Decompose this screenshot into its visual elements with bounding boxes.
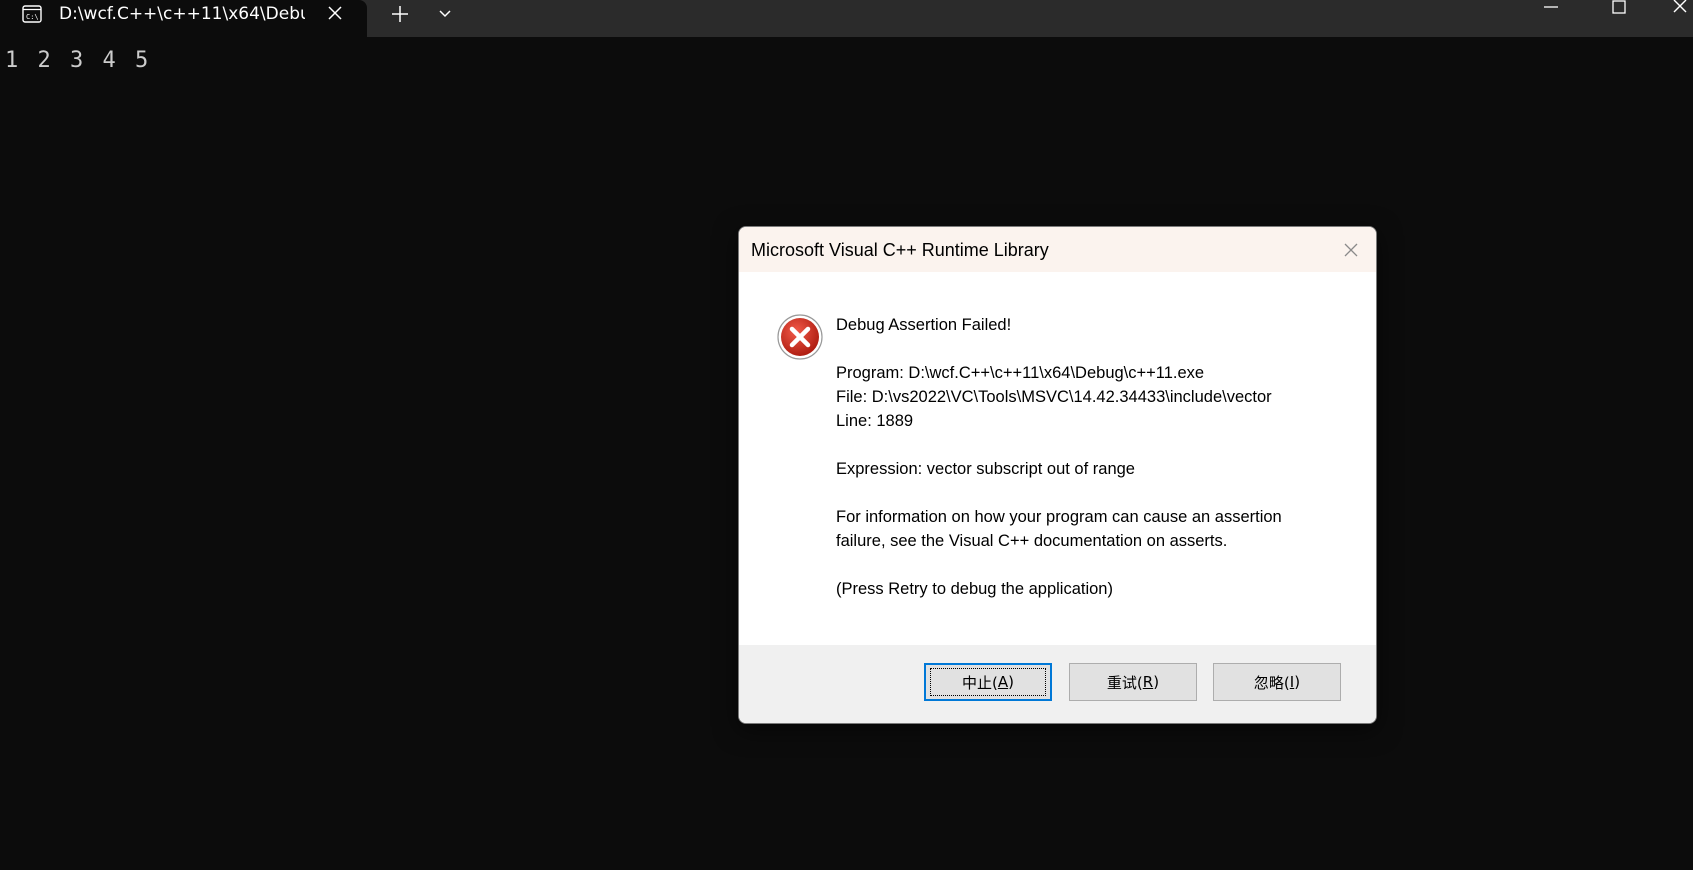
new-tab-plus-icon[interactable] <box>389 3 411 25</box>
dialog-title-bar[interactable]: Microsoft Visual C++ Runtime Library <box>739 227 1376 272</box>
tab-title: D:\wcf.C++\c++11\x64\Debug\c++11.exe <box>59 4 305 24</box>
file-path: File: D:\vs2022\VC\Tools\MSVC\14.42.3443… <box>836 388 1272 406</box>
assertion-heading: Debug Assertion Failed! <box>836 316 1012 334</box>
ignore-button-focus: 忽略(I) <box>1219 668 1335 696</box>
terminal-tab[interactable]: C:\ D:\wcf.C++\c++11\x64\Debug\c++11.exe <box>0 0 367 37</box>
info-text-1: For information on how your program can … <box>836 508 1282 526</box>
window-close-icon[interactable] <box>1668 0 1693 16</box>
console-output: 1 2 3 4 5 <box>5 48 152 73</box>
console-icon: C:\ <box>22 5 42 23</box>
ignore-button[interactable]: 忽略(I) <box>1213 663 1341 701</box>
terminal-tab-bar: C:\ D:\wcf.C++\c++11\x64\Debug\c++11.exe <box>0 0 1693 37</box>
dialog-button-bar: 中止(A) 重试(R) 忽略(I) <box>739 645 1376 723</box>
abort-label: 中止( <box>962 673 998 692</box>
retry-label-suffix: ) <box>1153 673 1160 691</box>
retry-button[interactable]: 重试(R) <box>1069 663 1197 701</box>
dialog-message: Debug Assertion Failed! Program: D:\wcf.… <box>836 313 1356 601</box>
abort-button-focus: 中止(A) <box>930 668 1046 696</box>
chevron-down-icon[interactable] <box>435 4 455 24</box>
retry-mnemonic: R <box>1142 673 1154 691</box>
retry-button-focus: 重试(R) <box>1075 668 1191 696</box>
dialog-close-icon[interactable] <box>1341 240 1361 260</box>
assertion-dialog: Microsoft Visual C++ Runtime Library Deb… <box>738 226 1377 724</box>
ignore-label-suffix: ) <box>1294 673 1301 691</box>
error-icon <box>777 314 823 360</box>
press-retry-hint: (Press Retry to debug the application) <box>836 580 1113 598</box>
abort-button[interactable]: 中止(A) <box>924 663 1052 701</box>
ignore-label: 忽略( <box>1253 673 1290 692</box>
retry-label: 重试( <box>1106 673 1143 692</box>
minimize-icon[interactable] <box>1541 0 1561 14</box>
info-text-2: failure, see the Visual C++ documentatio… <box>836 532 1228 550</box>
maximize-icon[interactable] <box>1609 0 1629 16</box>
program-path: Program: D:\wcf.C++\c++11\x64\Debug\c++1… <box>836 364 1205 382</box>
dialog-title: Microsoft Visual C++ Runtime Library <box>751 240 1049 260</box>
line-number: Line: 1889 <box>836 412 914 430</box>
abort-mnemonic: A <box>997 673 1009 691</box>
svg-text:C:\: C:\ <box>26 13 39 21</box>
close-tab-icon[interactable] <box>325 3 345 23</box>
expression-text: Expression: vector subscript out of rang… <box>836 460 1135 478</box>
abort-label-suffix: ) <box>1008 673 1014 691</box>
